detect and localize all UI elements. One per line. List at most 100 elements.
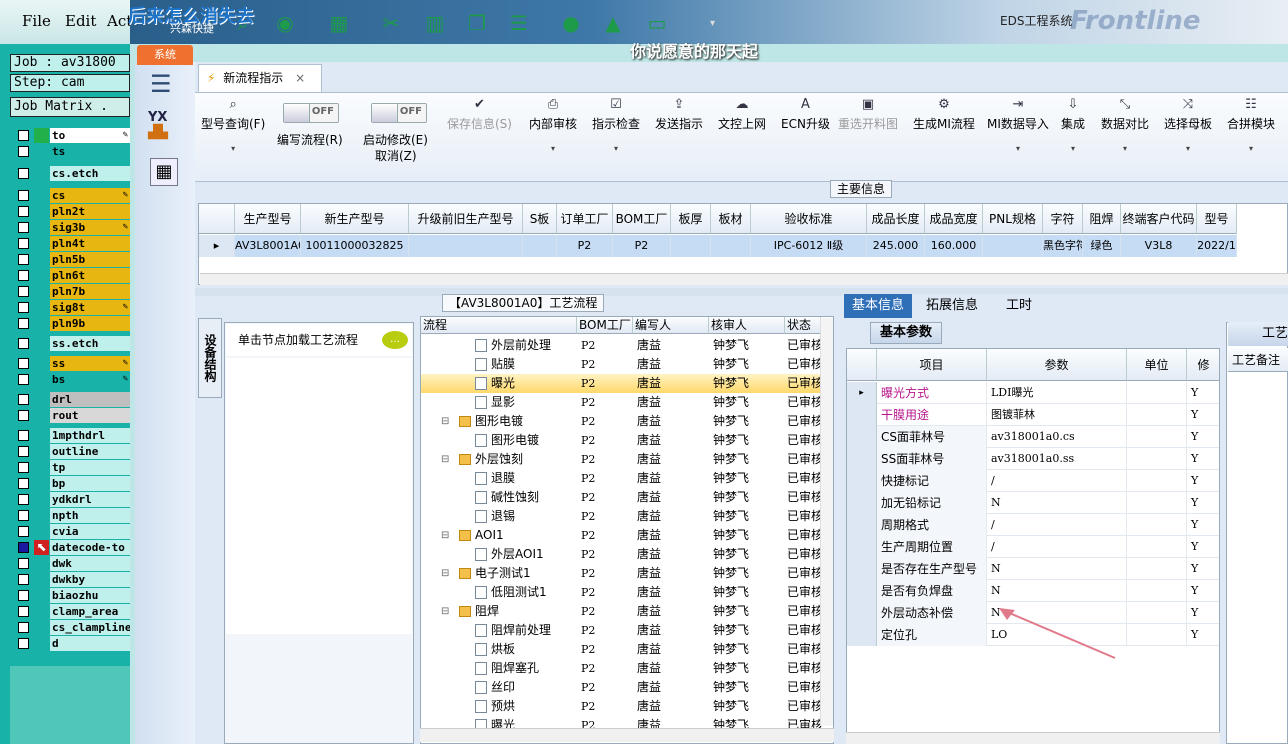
ecn-upgrade-button[interactable]: A ECN升级 (781, 97, 830, 132)
layer-checkbox[interactable] (18, 494, 29, 505)
layer-affected-indicator[interactable] (34, 572, 49, 587)
flow-row[interactable]: 外层前处理 P2 唐益 钟梦飞 已审核 (421, 336, 823, 355)
layer-row[interactable]: clamp_area (14, 604, 130, 619)
main-info-hscrollbar[interactable] (200, 273, 1288, 285)
layer-affected-indicator[interactable] (34, 166, 49, 181)
layer-affected-indicator[interactable] (34, 492, 49, 507)
import-mi-button[interactable]: ⇥ MI数据导入 ▾ (987, 97, 1049, 153)
integrate-button[interactable]: ⇩ 集成 ▾ (1061, 97, 1085, 153)
flow-row[interactable]: ⊟ 外层蚀刻 P2 唐益 钟梦飞 已审核 (421, 450, 823, 469)
layer-row[interactable]: ⬉ datecode-to (14, 540, 130, 555)
grid-cell[interactable] (523, 235, 557, 257)
globe-icon[interactable]: ◉ (274, 12, 296, 34)
right-tab[interactable]: 基本信息 (844, 294, 913, 318)
flow-row[interactable]: 碱性蚀刻 P2 唐益 钟梦飞 已审核 (421, 488, 823, 507)
layer-row[interactable]: outline (14, 444, 130, 459)
grid-cell[interactable]: 10011000032825 (301, 235, 409, 257)
layer-affected-indicator[interactable] (34, 284, 49, 299)
collapse-toggle-icon[interactable]: ⊟ (441, 564, 449, 583)
send-instruction-button[interactable]: ⇪ 发送指示 (655, 97, 703, 132)
grid-cell[interactable]: 2022/1 (1197, 235, 1237, 257)
grid-header[interactable]: 板材 (711, 204, 751, 234)
flow-row[interactable]: ⊟ AOI1 P2 唐益 钟梦飞 已审核 (421, 526, 823, 545)
grid-header[interactable]: 新生产型号 (301, 204, 409, 234)
flow-row[interactable]: 图形电镀 P2 唐益 钟梦飞 已审核 (421, 431, 823, 450)
grid-header[interactable]: S板 (523, 204, 557, 234)
param-value[interactable]: N (987, 558, 1127, 580)
layer-row[interactable]: ss ✎ (14, 356, 130, 371)
flow-row[interactable]: 退锡 P2 唐益 钟梦飞 已审核 (421, 507, 823, 526)
layer-checkbox[interactable] (18, 590, 29, 601)
layer-checkbox[interactable] (18, 146, 29, 157)
layer-checkbox[interactable] (18, 478, 29, 489)
flow-row[interactable]: 退膜 P2 唐益 钟梦飞 已审核 (421, 469, 823, 488)
layer-row[interactable]: cvia (14, 524, 130, 539)
layer-checkbox[interactable] (18, 462, 29, 473)
flow-col-factory[interactable]: BOM工厂 (577, 317, 633, 334)
layer-affected-indicator[interactable] (34, 252, 49, 267)
layer-row[interactable]: sig3b ✎ (14, 220, 130, 235)
grid-header[interactable]: 终端客户代码 (1121, 204, 1197, 234)
tab-close-icon[interactable]: × (295, 71, 305, 85)
edit-flow-toggle[interactable]: OFF (283, 103, 339, 123)
param-row[interactable]: 周期格式 / Y (847, 514, 1219, 536)
param-value[interactable]: / (987, 470, 1127, 492)
flow-row[interactable]: 预烘 P2 唐益 钟梦飞 已审核 (421, 697, 823, 716)
layer-affected-indicator[interactable] (34, 356, 49, 371)
layer-row[interactable]: to ✎ (14, 128, 130, 143)
layer-row[interactable]: ydkdrl (14, 492, 130, 507)
flow-row[interactable]: 阻焊塞孔 P2 唐益 钟梦飞 已审核 (421, 659, 823, 678)
grid-header[interactable]: 升级前旧生产型号 (409, 204, 523, 234)
layer-affected-indicator[interactable] (34, 428, 49, 443)
layer-checkbox[interactable] (18, 270, 29, 281)
monitor-icon[interactable]: ▭ (646, 12, 668, 34)
params-header[interactable]: 项目 (877, 349, 987, 381)
layer-checkbox[interactable] (18, 130, 29, 141)
flow-row[interactable]: ⊟ 阻焊 P2 唐益 钟梦飞 已审核 (421, 602, 823, 621)
param-row[interactable]: 加无铅标记 N Y (847, 492, 1219, 514)
layer-affected-indicator[interactable] (34, 476, 49, 491)
layer-affected-indicator[interactable] (34, 316, 49, 331)
layer-affected-indicator[interactable] (34, 372, 49, 387)
grid-icon[interactable]: ▦ (328, 12, 350, 34)
layer-row[interactable]: 1mpthdrl (14, 428, 130, 443)
tree-vscrollbar[interactable] (820, 318, 833, 726)
layer-affected-indicator[interactable] (34, 204, 49, 219)
layer-checkbox[interactable] (18, 574, 29, 585)
flow-row[interactable]: 贴膜 P2 唐益 钟梦飞 已审核 (421, 355, 823, 374)
grid-header[interactable]: 阻焊 (1083, 204, 1121, 234)
job-field[interactable]: Job : av31800 (10, 54, 130, 72)
layer-affected-indicator[interactable] (34, 392, 49, 407)
hamburger-menu-icon[interactable]: ☰ (150, 70, 172, 98)
param-row[interactable]: 是否存在生产型号 N Y (847, 558, 1219, 580)
grid-cell[interactable]: 绿色 (1083, 235, 1121, 257)
layer-checkbox[interactable] (18, 558, 29, 569)
layer-affected-indicator[interactable] (34, 300, 49, 315)
film-icon[interactable]: ▥ (424, 12, 446, 34)
layer-checkbox[interactable] (18, 222, 29, 233)
layer-row[interactable]: pln7b (14, 284, 130, 299)
right-tab[interactable]: 拓展信息 (918, 294, 986, 318)
layer-checkbox[interactable] (18, 606, 29, 617)
layer-row[interactable]: ts (14, 144, 130, 159)
layer-affected-indicator[interactable] (34, 444, 49, 459)
layer-affected-indicator[interactable] (34, 144, 49, 159)
layer-row[interactable]: sig8t ✎ (14, 300, 130, 315)
layer-row[interactable]: cs ✎ (14, 188, 130, 203)
layer-checkbox[interactable] (18, 190, 29, 201)
layer-affected-indicator[interactable] (34, 460, 49, 475)
tab-new-flow[interactable]: ⚡ 新流程指示 × (198, 64, 322, 92)
layer-affected-indicator[interactable] (34, 636, 49, 651)
layer-affected-indicator[interactable] (34, 508, 49, 523)
layer-row[interactable]: npth (14, 508, 130, 523)
layer-row[interactable]: dwk (14, 556, 130, 571)
param-row[interactable]: CS面菲林号 av318001a0.cs Y (847, 426, 1219, 448)
layer-affected-indicator[interactable]: ⬉ (34, 540, 49, 555)
layer-row[interactable]: pln9b (14, 316, 130, 331)
layer-row[interactable]: ss.etch (14, 336, 130, 351)
layer-checkbox[interactable] (18, 318, 29, 329)
layer-checkbox[interactable] (18, 206, 29, 217)
layer-row[interactable]: biaozhu (14, 588, 130, 603)
qat-dropdown-icon[interactable]: ▾ (710, 18, 715, 29)
menu-file[interactable]: File (22, 12, 51, 30)
